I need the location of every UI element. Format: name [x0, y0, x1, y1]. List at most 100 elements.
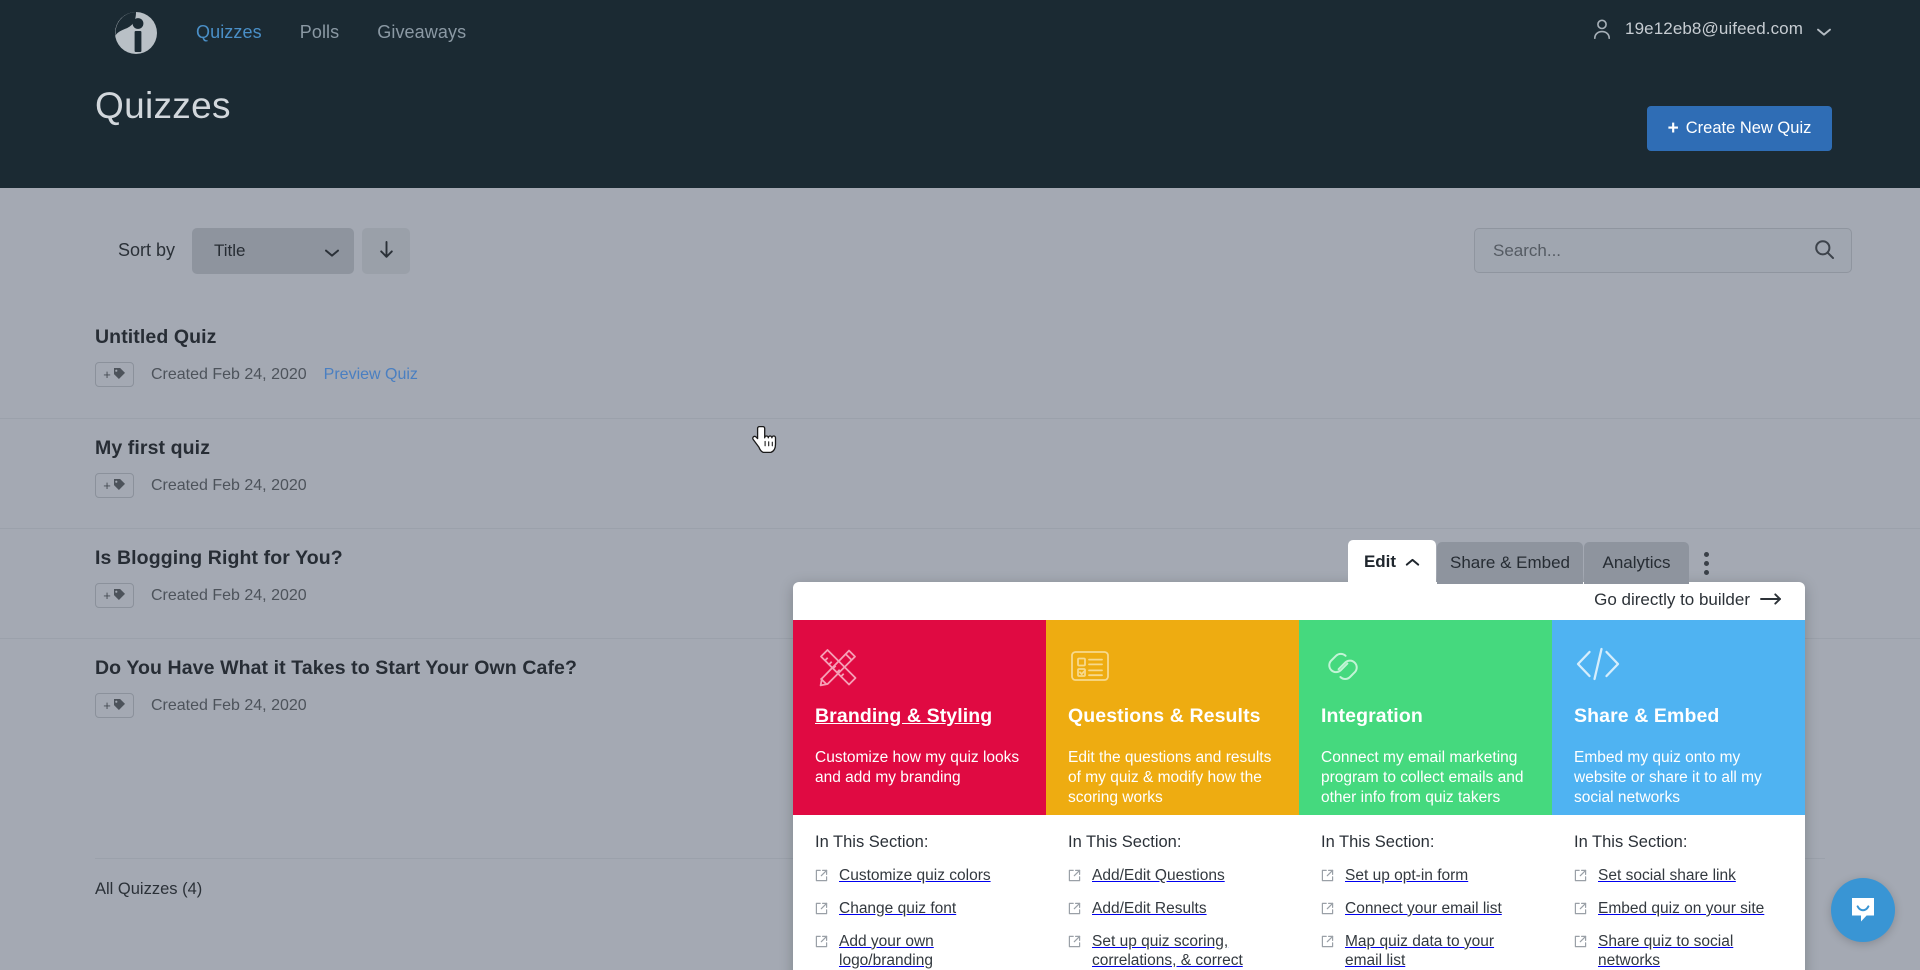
tag-icon — [113, 478, 126, 494]
chat-bubble-icon — [1847, 893, 1879, 928]
plus-icon: + — [103, 698, 111, 713]
list-item-label: Change quiz font — [839, 899, 957, 917]
list-item-label: Share quiz to social networks — [1598, 932, 1734, 969]
tab-analytics[interactable]: Analytics — [1584, 542, 1689, 584]
quiz-meta: + Created Feb 24, 2020 Preview Quiz — [95, 362, 1825, 387]
table-row[interactable]: Untitled Quiz + Created Feb 24, 2020 Pre… — [0, 308, 1920, 418]
list-item[interactable]: Add/Edit Questions — [1068, 867, 1277, 888]
dot-icon — [1703, 560, 1709, 566]
quiz-created-date: Created Feb 24, 2020 — [151, 696, 307, 714]
sort-by-value: Title — [214, 241, 246, 260]
list-item[interactable]: Set up quiz scoring, correlations, & cor… — [1068, 933, 1277, 970]
tag-icon — [113, 698, 126, 714]
create-new-quiz-button[interactable]: + Create New Quiz — [1647, 106, 1832, 151]
preview-quiz-link[interactable]: Preview Quiz — [324, 366, 418, 384]
list-item-label: Set up quiz scoring, correlations, & cor… — [1092, 932, 1243, 969]
list-item[interactable]: Map quiz data to your email list — [1321, 933, 1530, 970]
list-toolbar: Sort by Title — [0, 228, 1920, 284]
search-box[interactable] — [1474, 228, 1852, 273]
quiz-created-date: Created Feb 24, 2020 — [151, 476, 307, 494]
go-to-builder-link[interactable]: Go directly to builder — [1594, 590, 1782, 610]
ruler-pencil-icon — [815, 644, 1024, 688]
external-link-icon — [1574, 935, 1587, 954]
interact-logo[interactable] — [113, 10, 159, 56]
nav-item-polls[interactable]: Polls — [300, 20, 340, 44]
plus-icon: + — [103, 367, 111, 382]
chevron-down-icon — [324, 245, 340, 257]
section-branding-and-styling: In This Section: Customize quiz colors C… — [793, 833, 1046, 970]
card-title: Questions & Results — [1068, 705, 1261, 727]
page-title: Quizzes — [95, 85, 231, 126]
card-title: Share & Embed — [1574, 705, 1720, 727]
section-questions-and-results: In This Section: Add/Edit Questions Add/… — [1046, 833, 1299, 970]
card-integration[interactable]: Integration Connect my email marketing p… — [1299, 620, 1552, 815]
quiz-meta: + Created Feb 24, 2020 — [95, 473, 1825, 498]
list-item-label: Add your own logo/branding — [839, 932, 934, 969]
code-brackets-icon — [1574, 644, 1783, 688]
list-item[interactable]: Change quiz font — [815, 900, 1024, 921]
nav-item-quizzes[interactable]: Quizzes — [196, 20, 262, 44]
chevron-down-icon — [1816, 24, 1832, 36]
panel-sections: In This Section: Customize quiz colors C… — [793, 815, 1805, 970]
list-item-label: Map quiz data to your email list — [1345, 932, 1495, 969]
external-link-icon — [1574, 869, 1587, 888]
table-row[interactable]: My first quiz + Created Feb 24, 2020 — [0, 418, 1920, 528]
list-item-label: Add/Edit Questions — [1092, 867, 1225, 884]
top-header: Quizzes Polls Giveaways 19e12eb8@uifeed.… — [0, 0, 1920, 188]
list-item[interactable]: Set up opt-in form — [1321, 867, 1530, 888]
card-description: Embed my quiz onto my website or share i… — [1574, 749, 1762, 806]
list-item[interactable]: Embed quiz on your site — [1574, 900, 1783, 921]
search-input[interactable] — [1475, 240, 1808, 261]
intercom-chat-button[interactable] — [1831, 878, 1895, 942]
sort-by-select[interactable]: Title — [192, 228, 354, 274]
tab-share-and-embed[interactable]: Share & Embed — [1437, 542, 1583, 584]
sort-direction-button[interactable] — [362, 228, 410, 274]
section-share-and-embed: In This Section: Set social share link E… — [1552, 833, 1805, 970]
list-item[interactable]: Add/Edit Results — [1068, 900, 1277, 921]
tab-analytics-label: Analytics — [1602, 553, 1671, 572]
chevron-up-icon — [1405, 552, 1420, 572]
list-item-label: Set social share link — [1598, 867, 1736, 884]
edit-dropdown-panel: Go directly to builder Branding & Stylin… — [793, 582, 1805, 970]
list-item[interactable]: Share quiz to social networks — [1574, 933, 1783, 970]
tab-edit[interactable]: Edit — [1348, 540, 1436, 584]
go-to-builder-label: Go directly to builder — [1594, 590, 1750, 609]
external-link-icon — [1068, 935, 1081, 954]
arrow-down-icon — [378, 239, 395, 263]
search-icon — [1814, 239, 1835, 263]
external-link-icon — [815, 902, 828, 921]
add-tag-button[interactable]: + — [95, 473, 134, 498]
card-share-and-embed[interactable]: Share & Embed Embed my quiz onto my webs… — [1552, 620, 1805, 815]
nav-links: Quizzes Polls Giveaways — [196, 20, 466, 44]
list-item[interactable]: Customize quiz colors — [815, 867, 1024, 888]
add-tag-button[interactable]: + — [95, 583, 134, 608]
plus-icon: + — [103, 478, 111, 493]
page-body: Sort by Title Search... Untitled Quiz + … — [0, 188, 1920, 970]
account-menu[interactable]: 19e12eb8@uifeed.com — [1592, 18, 1832, 40]
list-item-label: Embed quiz on your site — [1598, 899, 1765, 917]
add-tag-button[interactable]: + — [95, 693, 134, 718]
external-link-icon — [815, 935, 828, 954]
card-description: Customize how my quiz looks and add my b… — [815, 749, 1020, 786]
external-link-icon — [815, 869, 828, 888]
list-item[interactable]: Connect your email list — [1321, 900, 1530, 921]
card-description: Edit the questions and results of my qui… — [1068, 749, 1272, 806]
search-button[interactable] — [1808, 239, 1851, 263]
form-list-icon — [1068, 644, 1277, 688]
tag-icon — [113, 588, 126, 604]
nav-item-giveaways[interactable]: Giveaways — [377, 20, 466, 44]
plus-icon: + — [1667, 118, 1679, 139]
list-item[interactable]: Add your own logo/branding — [815, 933, 1024, 970]
more-options-button[interactable] — [1689, 542, 1723, 584]
section-integration: In This Section: Set up opt-in form Conn… — [1299, 833, 1552, 970]
card-questions-and-results[interactable]: Questions & Results Edit the questions a… — [1046, 620, 1299, 815]
external-link-icon — [1574, 902, 1587, 921]
quiz-title: Untitled Quiz — [95, 326, 217, 348]
all-quizzes-count: All Quizzes (4) — [95, 880, 203, 898]
external-link-icon — [1321, 935, 1334, 954]
card-branding-and-styling[interactable]: Branding & Styling Customize how my quiz… — [793, 620, 1046, 815]
external-link-icon — [1068, 869, 1081, 888]
list-item-label: Add/Edit Results — [1092, 899, 1207, 917]
add-tag-button[interactable]: + — [95, 362, 134, 387]
list-item[interactable]: Set social share link — [1574, 867, 1783, 888]
